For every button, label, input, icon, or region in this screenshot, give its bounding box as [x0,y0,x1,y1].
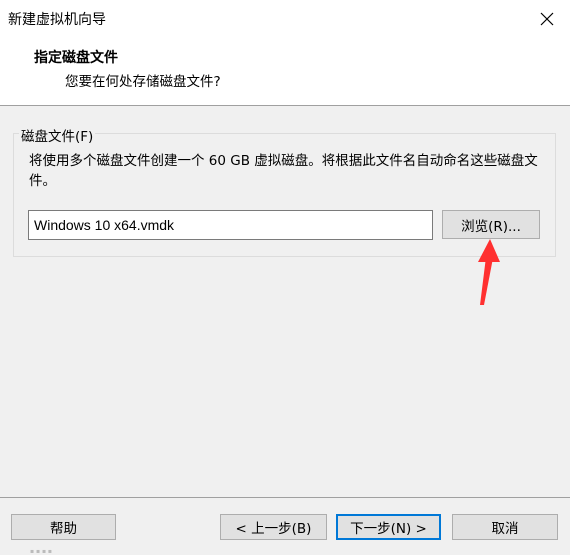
page-title: 指定磁盘文件 [34,50,118,66]
close-button[interactable] [524,0,570,38]
cancel-button[interactable]: 取消 [452,514,558,540]
disk-file-path-input[interactable] [28,210,433,240]
disk-file-group-label: 磁盘文件(F) [19,125,96,145]
browse-button[interactable]: 浏览(R)... [442,210,540,239]
footer-divider [0,497,570,498]
page-subtitle: 您要在何处存储磁盘文件? [65,74,221,90]
window-title: 新建虚拟机向导 [8,12,106,28]
back-button[interactable]: < 上一步(B) [220,514,327,540]
help-button[interactable]: 帮助 [11,514,116,540]
close-icon [540,12,554,26]
disk-file-description: 将使用多个磁盘文件创建一个 60 GB 虚拟磁盘。将根据此文件名自动命名这些磁盘… [29,153,538,189]
title-bar: 新建虚拟机向导 [0,0,570,38]
next-button[interactable]: 下一步(N) > [336,514,441,540]
wizard-header: 指定磁盘文件 您要在何处存储磁盘文件? [0,38,570,106]
resize-grip: ▪ ▪ ▪ ▪ [30,548,52,555]
